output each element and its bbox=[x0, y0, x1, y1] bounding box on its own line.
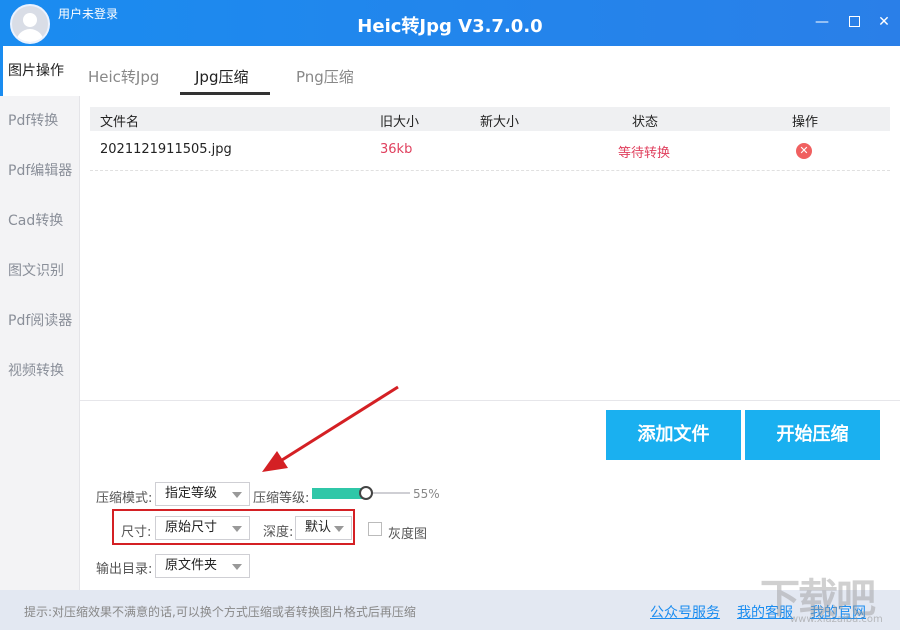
compress-mode-value: 指定等级 bbox=[165, 486, 218, 501]
chevron-down-icon bbox=[232, 564, 242, 570]
grayscale-label: 灰度图 bbox=[388, 527, 428, 542]
output-dir-value: 原文件夹 bbox=[165, 558, 218, 573]
compress-mode-label: 压缩模式: bbox=[96, 491, 153, 506]
compress-mode-select[interactable]: 指定等级 bbox=[155, 482, 250, 506]
chevron-down-icon bbox=[232, 492, 242, 498]
output-dir-select[interactable]: 原文件夹 bbox=[155, 554, 250, 578]
tip-text: 提示:对压缩效果不满意的话,可以换个方式压缩或者转换图片格式后再压缩 bbox=[24, 605, 416, 619]
link-wechat-service[interactable]: 公众号服务 bbox=[650, 602, 720, 622]
watermark-url: www.xiazaiba.com bbox=[790, 614, 883, 625]
grayscale-checkbox[interactable] bbox=[368, 522, 382, 536]
compress-level-label: 压缩等级: bbox=[253, 491, 310, 506]
slider-handle[interactable] bbox=[359, 486, 373, 500]
slider-fill bbox=[312, 488, 366, 499]
highlight-box bbox=[112, 509, 355, 545]
output-dir-label: 输出目录: bbox=[96, 562, 153, 577]
compress-level-value: 55% bbox=[413, 487, 440, 501]
